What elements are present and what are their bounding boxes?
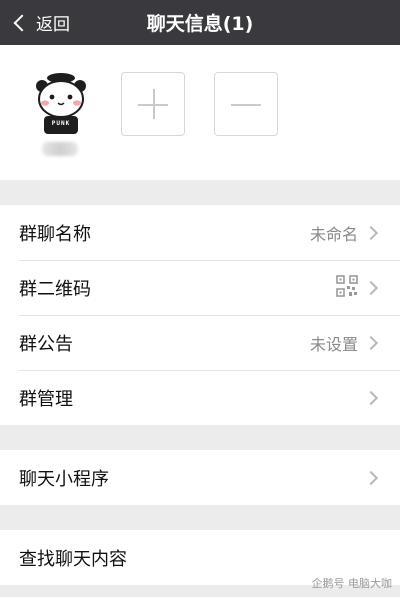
chevron-right-icon <box>363 225 379 240</box>
back-button[interactable]: 返回 <box>10 0 70 45</box>
group-notice-label: 群公告 <box>19 333 73 355</box>
watermark: 企鹅号 电脑大咖 <box>312 575 393 591</box>
chevron-right-icon <box>363 390 379 405</box>
back-label: 返回 <box>36 15 70 35</box>
remove-member-button[interactable] <box>214 72 278 136</box>
group-qr-label: 群二维码 <box>19 278 91 300</box>
member-item[interactable]: PUNK <box>30 72 92 156</box>
group-qr-row[interactable]: 群二维码 <box>0 260 400 315</box>
mini-program-section: 聊天小程序 <box>0 450 400 505</box>
chevron-right-icon <box>363 280 379 295</box>
avatar-shirt-text: PUNK <box>51 120 71 127</box>
watermark-text: 企鹅号 电脑大咖 <box>311 577 393 590</box>
add-member-button[interactable] <box>121 72 185 136</box>
group-name-value: 未命名 <box>309 224 358 244</box>
back-chevron-icon <box>13 14 31 31</box>
group-manage-label: 群管理 <box>19 388 73 410</box>
group-name-row[interactable]: 群聊名称 未命名 <box>0 205 400 260</box>
search-history-label: 查找聊天内容 <box>19 548 127 570</box>
mini-program-row[interactable]: 聊天小程序 <box>0 450 400 505</box>
chevron-right-icon <box>363 470 379 485</box>
chevron-right-icon <box>363 335 379 350</box>
group-settings-section: 群聊名称 未命名 群二维码 群公告 未设置 群管理 <box>0 205 400 425</box>
mini-program-label: 聊天小程序 <box>19 468 109 490</box>
qr-code-icon <box>336 274 358 301</box>
panda-avatar-icon: PUNK <box>30 72 92 134</box>
member-name-blurred <box>42 142 78 156</box>
member-grid: PUNK <box>0 45 400 180</box>
group-name-label: 群聊名称 <box>19 223 91 245</box>
top-navigation-bar: 返回 聊天信息(1) <box>0 0 400 45</box>
group-notice-value: 未设置 <box>309 334 358 354</box>
group-notice-row[interactable]: 群公告 未设置 <box>0 315 400 370</box>
group-manage-row[interactable]: 群管理 <box>0 370 400 425</box>
